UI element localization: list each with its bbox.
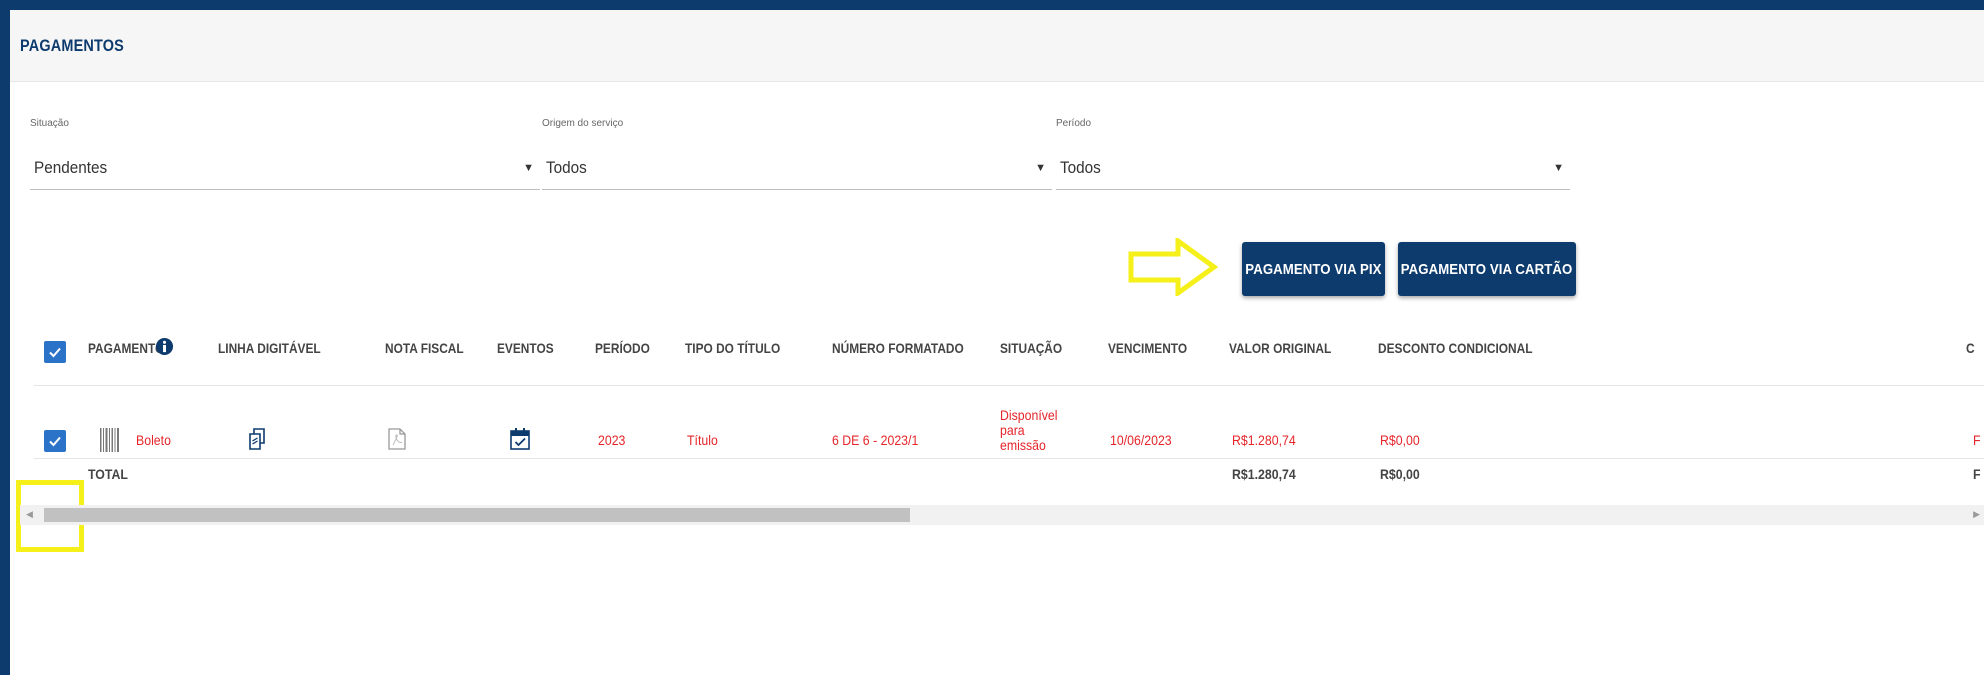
page-title: PAGAMENTOS [20,36,124,55]
row-desconto: R$0,00 [1380,432,1420,448]
situacao-label: Situação [30,118,69,129]
check-icon [49,347,61,358]
copy-icon[interactable] [247,428,267,450]
pagamento-pix-button[interactable]: PAGAMENTO VIA PIX [1242,242,1385,296]
col-truncated: C [1966,340,1975,356]
check-icon [49,436,61,447]
row-vencimento: 10/06/2023 [1110,432,1172,448]
scroll-right-icon[interactable]: ▶ [1973,509,1980,520]
periodo-value: Todos [1060,158,1101,177]
col-pagamento: PAGAMENTO [88,340,165,356]
col-desconto-condicional: DESCONTO CONDICIONAL [1378,340,1533,356]
pagamento-link[interactable]: Boleto [136,432,171,448]
row-divider [34,385,1984,386]
situacao-select[interactable]: Pendentes ▼ [30,150,540,190]
col-nota-fiscal: NOTA FISCAL [385,340,464,356]
scroll-left-icon[interactable]: ◀ [26,509,33,520]
row-truncated: F [1973,432,1981,448]
col-eventos: EVENTOS [497,340,554,356]
col-periodo: PERÍODO [595,340,650,356]
info-icon[interactable] [155,337,174,356]
periodo-label: Período [1056,118,1092,129]
row-numero-formatado: 6 DE 6 - 2023/1 [832,432,919,448]
scrollbar-thumb[interactable] [44,508,910,522]
row-periodo: 2023 [598,432,626,448]
row-divider [34,458,1984,459]
col-situacao: SITUAÇÃO [1000,340,1063,356]
page-header: PAGAMENTOS [10,10,1984,82]
barcode-icon [100,428,119,452]
origem-value: Todos [546,158,587,177]
calendar-check-icon[interactable] [509,427,531,451]
total-valor-original: R$1.280,74 [1232,466,1296,482]
horizontal-scrollbar[interactable]: ◀ ▶ [20,505,1984,525]
dropdown-arrow-icon: ▼ [523,162,534,174]
col-vencimento: VENCIMENTO [1108,340,1188,356]
row-checkbox[interactable] [44,430,66,452]
periodo-select[interactable]: Todos ▼ [1056,150,1570,190]
pagamento-cartao-button[interactable]: PAGAMENTO VIA CARTÃO [1398,242,1576,296]
dropdown-arrow-icon: ▼ [1553,162,1564,174]
row-valor-original: R$1.280,74 [1232,432,1296,448]
payments-panel: PAGAMENTOS Situação Pendentes ▼ Origem d… [10,10,1984,675]
total-label: TOTAL [88,466,128,482]
row-situacao: Disponível para emissão [1000,407,1058,453]
col-tipo-titulo: TIPO DO TÍTULO [685,340,781,356]
total-truncated: F [1973,466,1981,482]
origem-select[interactable]: Todos ▼ [542,150,1052,190]
situacao-value: Pendentes [34,158,108,177]
col-valor-original: VALOR ORIGINAL [1229,340,1332,356]
col-numero-formatado: NÚMERO FORMATADO [832,340,964,356]
row-tipo-titulo: Título [687,432,718,448]
yellow-arrow-annotation [1128,238,1218,296]
origem-label: Origem do serviço [542,118,624,129]
pdf-file-icon[interactable] [388,428,406,450]
dropdown-arrow-icon: ▼ [1035,162,1046,174]
total-desconto: R$0,00 [1380,466,1420,482]
col-linha-digitavel: LINHA DIGITÁVEL [218,340,321,356]
select-all-checkbox[interactable] [44,341,66,363]
